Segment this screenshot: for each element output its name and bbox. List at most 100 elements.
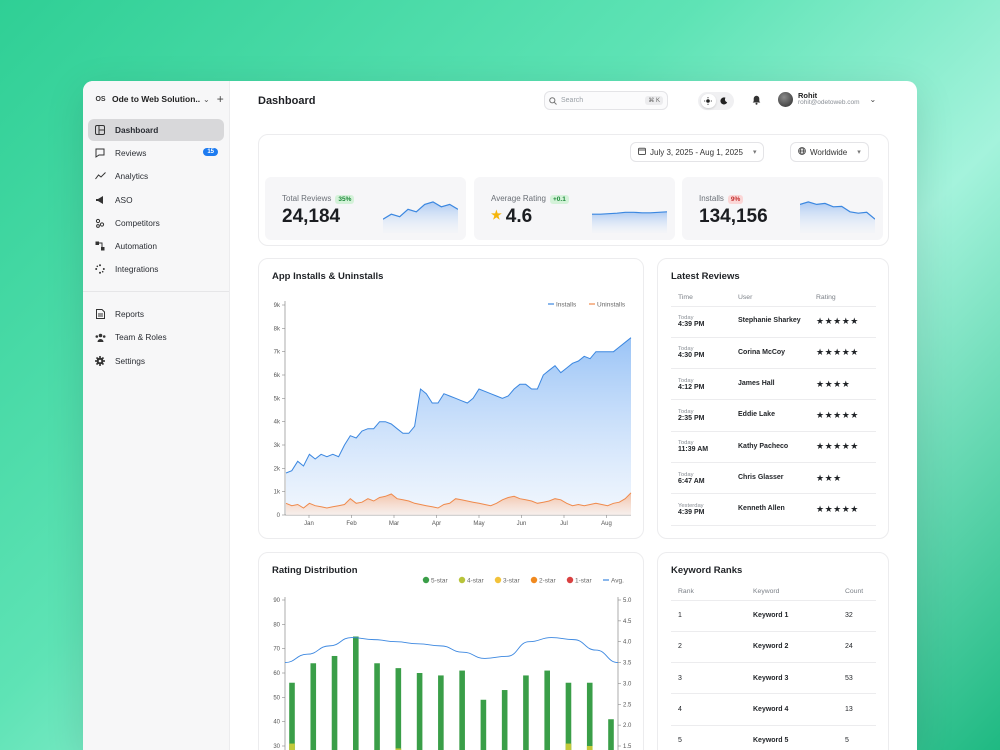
page-title: Dashboard: [258, 95, 316, 107]
stat-sparkline: [383, 201, 458, 233]
table-row[interactable]: Today 4:30 PM Corina McCoy ★★★★★: [671, 337, 876, 370]
table-row[interactable]: Today 4:12 PM James Hall ★★★★: [671, 368, 876, 401]
sidebar-item-competitors[interactable]: Competitors: [88, 212, 224, 234]
chevron-down-icon: ⌄: [203, 94, 210, 104]
y2-tick-label: 2.0: [623, 723, 632, 729]
stat-value: 4.6: [505, 206, 533, 227]
review-time: 4:12 PM: [678, 383, 705, 391]
y-tick-label: 4k: [274, 420, 281, 426]
sidebar-item-settings[interactable]: Settings: [88, 350, 224, 372]
search-input[interactable]: Search ⌘ K: [544, 91, 668, 110]
table-row[interactable]: Today 11:39 AM Kathy Pacheco ★★★★★: [671, 431, 876, 463]
star-icon: ★: [491, 208, 502, 222]
layout-icon: [94, 124, 106, 136]
table-row[interactable]: 2 Keyword 2 24: [671, 631, 876, 664]
legend-swatch: [530, 576, 538, 584]
rank-cell: 3: [671, 662, 746, 695]
table-row[interactable]: Yesterday 4:39 PM Kenneth Allen ★★★★★: [671, 493, 876, 526]
sidebar-item-automation[interactable]: Automation: [88, 235, 224, 257]
legend-label: 4-star: [467, 578, 484, 585]
keyword-ranks-card: Keyword Ranks Rank Keyword Count 1 Keywor…: [657, 552, 889, 750]
bar-5-star: [310, 663, 317, 750]
table-row[interactable]: 3 Keyword 3 53: [671, 662, 876, 695]
trend-line-icon: [94, 170, 106, 182]
sidebar-item-integrations[interactable]: Integrations: [88, 258, 224, 280]
stat-label: Total Reviews: [282, 194, 332, 203]
y-tick-label: 70: [273, 647, 280, 653]
sidebar-item-reports[interactable]: Reports: [88, 303, 224, 325]
sidebar-item-aso[interactable]: ASO: [88, 189, 224, 211]
bar-5-star: [586, 682, 593, 750]
sidebar-item-label: Team & Roles: [115, 332, 167, 343]
review-time: 4:39 PM: [678, 508, 705, 516]
keyword-cell: Keyword 2: [746, 631, 838, 664]
x-tick-label: Apr: [432, 521, 441, 527]
x-tick-label: Aug: [601, 521, 612, 527]
star-rating: ★★★★★: [809, 337, 876, 370]
table-row[interactable]: 4 Keyword 4 13: [671, 693, 876, 726]
bar-4-star: [565, 743, 572, 750]
sparkline-area: [383, 201, 458, 233]
sidebar-item-label: Automation: [115, 240, 157, 251]
globe-icon: [798, 147, 806, 157]
sun-icon[interactable]: [700, 94, 716, 108]
plus-icon[interactable]: +: [217, 93, 224, 105]
table-row[interactable]: 1 Keyword 1 32: [671, 600, 876, 632]
sidebar-item-team[interactable]: Team & Roles: [88, 326, 224, 348]
sidebar-nav: Dashboard Reviews 15 Analytics ASO Compe…: [83, 119, 229, 373]
y-tick-label: 9k: [274, 303, 281, 309]
legend-label: Uninstalls: [597, 302, 626, 309]
sidebar-item-dashboard[interactable]: Dashboard: [88, 119, 224, 141]
team-icon: [94, 331, 106, 343]
bar-5-star: [374, 663, 380, 750]
stat-value: 24,184: [282, 206, 341, 227]
table-row[interactable]: Today 4:39 PM Stephanie Sharkey ★★★★★: [671, 306, 876, 338]
document-icon: [94, 308, 106, 320]
legend-label: 1-star: [575, 578, 592, 585]
megaphone-icon: [94, 194, 106, 206]
org-switcher[interactable]: OS Ode to Web Solution... ⌄ +: [93, 90, 225, 108]
bar-5-star: [353, 636, 359, 750]
bar-5-star: [438, 675, 444, 750]
review-time-cell: Today 11:39 AM: [671, 431, 731, 463]
region-select[interactable]: Worldwide ▾: [790, 142, 869, 162]
sidebar-item-label: Settings: [115, 355, 145, 366]
keyword-cell: Keyword 4: [746, 693, 838, 726]
bar-5-star: [544, 670, 550, 750]
moon-icon[interactable]: [717, 94, 732, 108]
sidebar-item-reviews[interactable]: Reviews 15: [88, 142, 224, 164]
user-menu[interactable]: Rohit rohit@odetoweb.com ⌄: [778, 92, 876, 107]
date-range-picker[interactable]: July 3, 2025 - Aug 1, 2025 ▾: [630, 142, 765, 162]
bar-5-star: [416, 673, 423, 750]
y2-tick-label: 2.5: [623, 702, 632, 708]
message-square-icon: [94, 147, 106, 159]
sidebar: OS Ode to Web Solution... ⌄ + Dashboard …: [83, 81, 230, 750]
card-title: Keyword Ranks: [671, 565, 743, 576]
sidebar-item-label: ASO: [115, 194, 133, 205]
reviews-table: Time User Rating Today 4:39 PM Stephanie S…: [671, 290, 876, 526]
card-title: Latest Reviews: [671, 271, 740, 282]
x-tick-label: Mar: [389, 521, 399, 527]
column-header: Keyword: [746, 584, 838, 601]
legend-label: Avg.: [611, 578, 624, 585]
legend-label: Installs: [556, 302, 577, 309]
sidebar-item-analytics[interactable]: Analytics: [88, 165, 224, 187]
rating-distribution-card: Rating Distribution 30 40 50 60 70 80 90 1.5 2.0…: [258, 552, 644, 750]
bar-5-star: [565, 682, 572, 750]
table-row[interactable]: 5 Keyword 55: [671, 725, 876, 750]
theme-toggle[interactable]: [698, 92, 734, 110]
legend-label: 3-star: [503, 578, 520, 585]
calendar-icon: [638, 147, 646, 157]
installs-chart-card: App Installs & Uninstalls 0 1k 2k 3k 4k 5k 6k 7…: [258, 258, 644, 539]
bar-5-star: [459, 670, 465, 750]
stat-installs: Installs 9% 134,156: [682, 177, 883, 240]
y-tick-label: 5k: [274, 396, 281, 402]
table-row[interactable]: Today 6:47 AM Chris Glasser ★★★: [671, 462, 876, 495]
main-content: Dashboard Search ⌘ K Rohit rohit@odetowe…: [230, 81, 917, 750]
bar-5-star: [395, 668, 402, 750]
review-time: 11:39 AM: [678, 446, 709, 454]
notification-bell-icon[interactable]: [749, 93, 763, 107]
chevron-down-icon: ▾: [752, 149, 757, 156]
table-row[interactable]: Today 2:35 PM Eddie Lake ★★★★★: [671, 399, 876, 432]
y-tick-label: 3k: [274, 443, 281, 449]
